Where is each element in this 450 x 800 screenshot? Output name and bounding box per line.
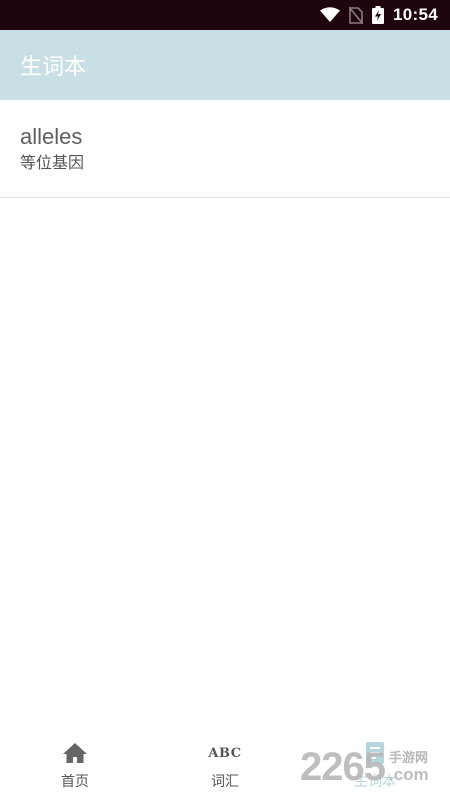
wifi-icon [320,7,341,23]
watermark-side: 手游网 .com [389,751,429,783]
word-text: alleles [20,124,83,149]
word-meaning: 等位基因 [20,153,85,172]
tab-home[interactable]: 首页 [0,735,150,800]
tab-vocabulary-label: 词汇 [211,774,239,790]
watermark-site-com: .com [388,765,429,784]
no-sim-icon [349,6,364,24]
list-item[interactable]: alleles 等位基因 [0,100,450,198]
battery-charging-icon [372,6,385,24]
tab-vocabulary[interactable]: ABC 词汇 [150,735,300,800]
abc-icon: ABC [208,741,241,765]
status-bar: 10:54 [0,0,450,30]
watermark-logo: 2265 手游网 .com [300,742,429,792]
page-title: 生词本 [20,55,87,80]
abc-glyph: ABC [208,745,242,761]
watermark-number: 2265 [300,744,386,789]
app-bar: 生词本 [0,30,450,100]
tab-home-label: 首页 [61,774,89,790]
home-icon [62,741,88,765]
word-list: alleles 等位基因 [0,100,450,198]
clock-time: 10:54 [393,5,438,24]
